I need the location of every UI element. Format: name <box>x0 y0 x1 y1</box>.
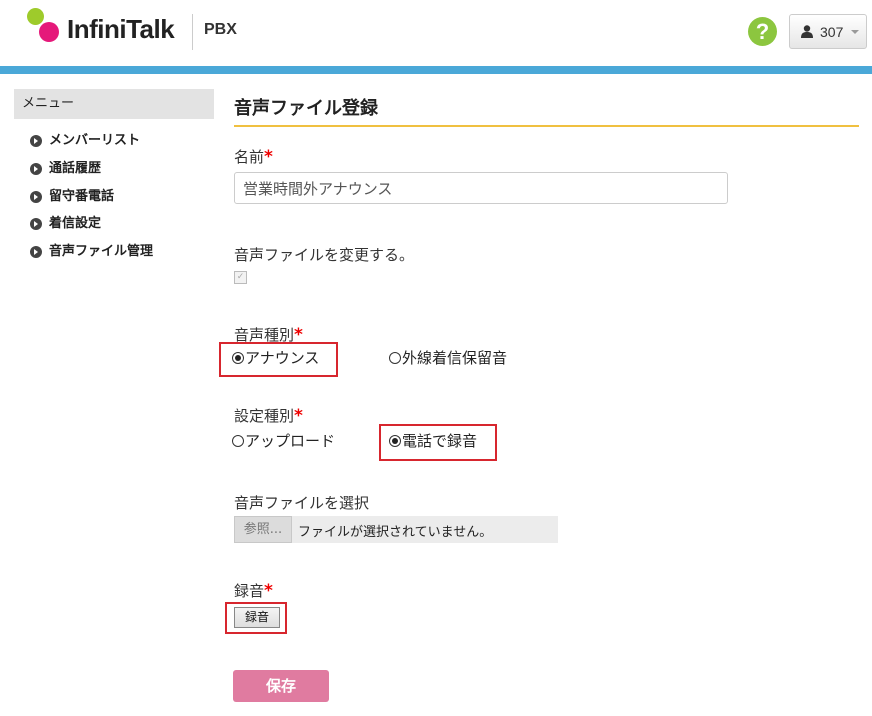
top-header: InfiniTalk PBX ? 307 <box>0 0 872 66</box>
name-label-text: 名前 <box>234 148 265 166</box>
voice-type-hold-music-label: 外線着信保留音 <box>402 349 508 367</box>
record-label-text: 録音 <box>234 582 265 600</box>
setting-type-upload-label: アップロード <box>245 432 336 450</box>
chevron-circle-right-icon <box>30 135 42 147</box>
sidebar-item-label: 着信設定 <box>49 216 102 231</box>
sidebar-item-label: 音声ファイル管理 <box>49 244 154 259</box>
sidebar-item-label: 通話履歴 <box>49 161 102 176</box>
radio-button[interactable] <box>389 352 401 364</box>
browse-button[interactable]: 参照... <box>234 516 292 543</box>
setting-type-upload-option[interactable]: アップロード <box>232 430 335 451</box>
chevron-circle-right-icon <box>30 218 42 230</box>
file-status-text: ファイルが選択されていません。 <box>298 525 493 540</box>
save-button[interactable]: 保存 <box>233 670 329 702</box>
user-extension-label: 307 <box>820 24 844 40</box>
file-input[interactable]: 参照... ファイルが選択されていません。 <box>234 516 558 543</box>
logo-text: InfiniTalk <box>67 14 175 44</box>
sidebar-menu-heading: メニュー <box>14 89 214 119</box>
setting-type-label: 設定種別* <box>234 405 303 426</box>
highlight-box <box>379 424 497 461</box>
name-label: 名前* <box>234 146 273 167</box>
title-underline <box>234 125 859 127</box>
caret-down-icon <box>851 30 859 34</box>
highlight-box <box>219 342 338 377</box>
highlight-box <box>225 602 287 634</box>
sidebar-item-label: メンバーリスト <box>49 133 141 148</box>
voice-type-hold-music-option[interactable]: 外線着信保留音 <box>389 347 507 368</box>
question-circle-icon[interactable]: ? <box>748 17 777 46</box>
setting-type-label-text: 設定種別 <box>234 407 295 425</box>
header-accent-bar <box>0 66 872 74</box>
page-title: 音声ファイル登録 <box>234 98 378 119</box>
required-mark: * <box>264 581 273 601</box>
file-select-label: 音声ファイルを選択 <box>234 494 370 512</box>
chevron-circle-right-icon <box>30 191 42 203</box>
user-menu-button[interactable]: 307 <box>789 14 867 49</box>
logo-green-dot <box>27 8 44 25</box>
header-divider <box>192 14 193 50</box>
change-file-label: 音声ファイルを変更する。 <box>234 246 415 264</box>
required-mark: * <box>264 147 273 167</box>
required-mark: * <box>294 406 303 426</box>
user-icon <box>801 25 813 38</box>
infinitalk-logo[interactable]: InfiniTalk <box>27 8 175 48</box>
change-file-checkbox[interactable]: ✓ <box>234 271 247 284</box>
record-label: 録音* <box>234 580 273 601</box>
logo-pink-dot <box>39 22 59 42</box>
name-input[interactable] <box>234 172 728 204</box>
chevron-circle-right-icon <box>30 163 42 175</box>
radio-button[interactable] <box>232 435 244 447</box>
app-name: PBX <box>204 21 237 38</box>
chevron-circle-right-icon <box>30 246 42 258</box>
sidebar-item-label: 留守番電話 <box>49 189 115 204</box>
